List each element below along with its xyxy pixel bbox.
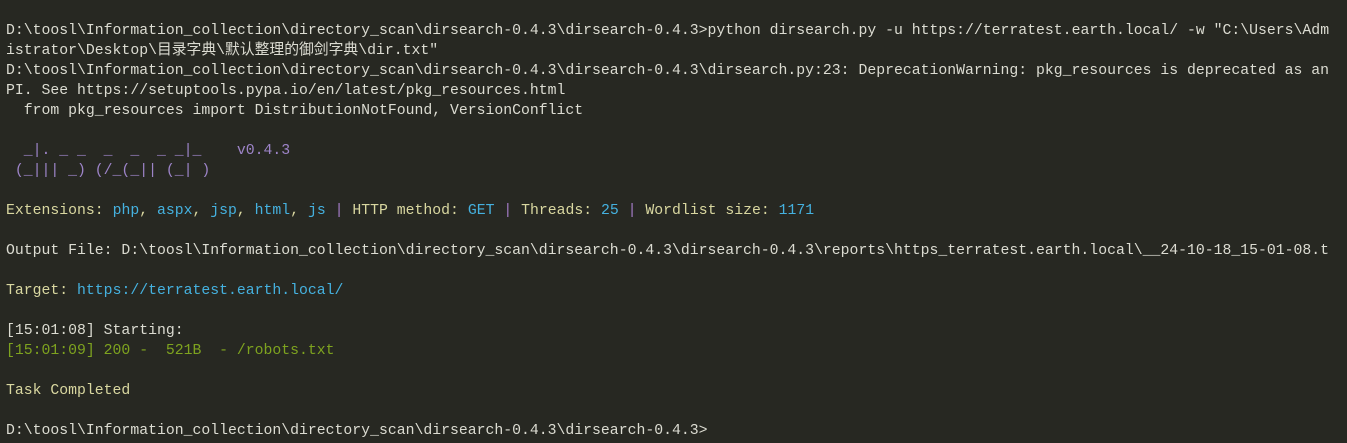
separator: , bbox=[236, 203, 255, 219]
warning-line: from pkg_resources import DistributionNo… bbox=[6, 103, 584, 119]
separator: , bbox=[139, 203, 157, 219]
threads-label: Threads: bbox=[521, 203, 602, 219]
version: v0.4.3 bbox=[236, 143, 291, 159]
warning-line: D:\toosl\Information_collection\director… bbox=[6, 63, 1330, 79]
extension: aspx bbox=[156, 203, 193, 219]
threads-value: 25 bbox=[601, 203, 619, 219]
config-line: Extensions: php, aspx, jsp, html, js | H… bbox=[6, 201, 1347, 221]
pipe-separator: | bbox=[494, 203, 522, 219]
extension: jsp bbox=[210, 203, 237, 219]
command-line: D:\toosl\Information_collection\director… bbox=[6, 21, 1347, 41]
command-text: python dirsearch.py -u https://terratest… bbox=[707, 23, 1330, 39]
extension: php bbox=[112, 203, 140, 219]
method-label: HTTP method: bbox=[352, 203, 468, 219]
extension: js bbox=[307, 203, 326, 219]
terminal-output[interactable]: D:\toosl\Information_collection\director… bbox=[0, 0, 1347, 443]
separator: , bbox=[192, 203, 211, 219]
separator: , bbox=[290, 203, 308, 219]
pipe-separator: | bbox=[325, 203, 353, 219]
banner-art: _|. _ _ _ _ _ _|_ v0.4.3 bbox=[6, 141, 1347, 161]
scan-result-line: [15:01:09] 200 - 521B - /robots.txt bbox=[6, 343, 335, 359]
output-file-line: Output File: D:\toosl\Information_collec… bbox=[6, 243, 1330, 259]
task-status: Task Completed bbox=[6, 383, 131, 399]
pipe-separator: | bbox=[618, 203, 646, 219]
wordlist-size: 1171 bbox=[778, 203, 815, 219]
method-value: GET bbox=[467, 203, 495, 219]
scan-start-line: [15:01:08] Starting: bbox=[6, 323, 193, 339]
extensions-label: Extensions: bbox=[6, 203, 113, 219]
wordlist-label: Wordlist size: bbox=[645, 203, 779, 219]
prompt: D:\toosl\Information_collection\director… bbox=[6, 23, 708, 39]
final-prompt[interactable]: D:\toosl\Information_collection\director… bbox=[6, 421, 1347, 441]
command-line-wrap: istrator\Desktop\目录字典\默认整理的御剑字典\dir.txt" bbox=[6, 43, 439, 59]
target-label: Target: bbox=[6, 283, 78, 299]
extension: html bbox=[254, 203, 291, 219]
target-url: https://terratest.earth.local/ bbox=[77, 283, 344, 299]
banner-art-line: _|. _ _ _ _ _ _|_ bbox=[6, 143, 237, 159]
banner-art-line: (_||| _) (/_(_|| (_| ) bbox=[6, 163, 211, 179]
target-line: Target: https://terratest.earth.local/ bbox=[6, 281, 1347, 301]
warning-line: PI. See https://setuptools.pypa.io/en/la… bbox=[6, 83, 566, 99]
